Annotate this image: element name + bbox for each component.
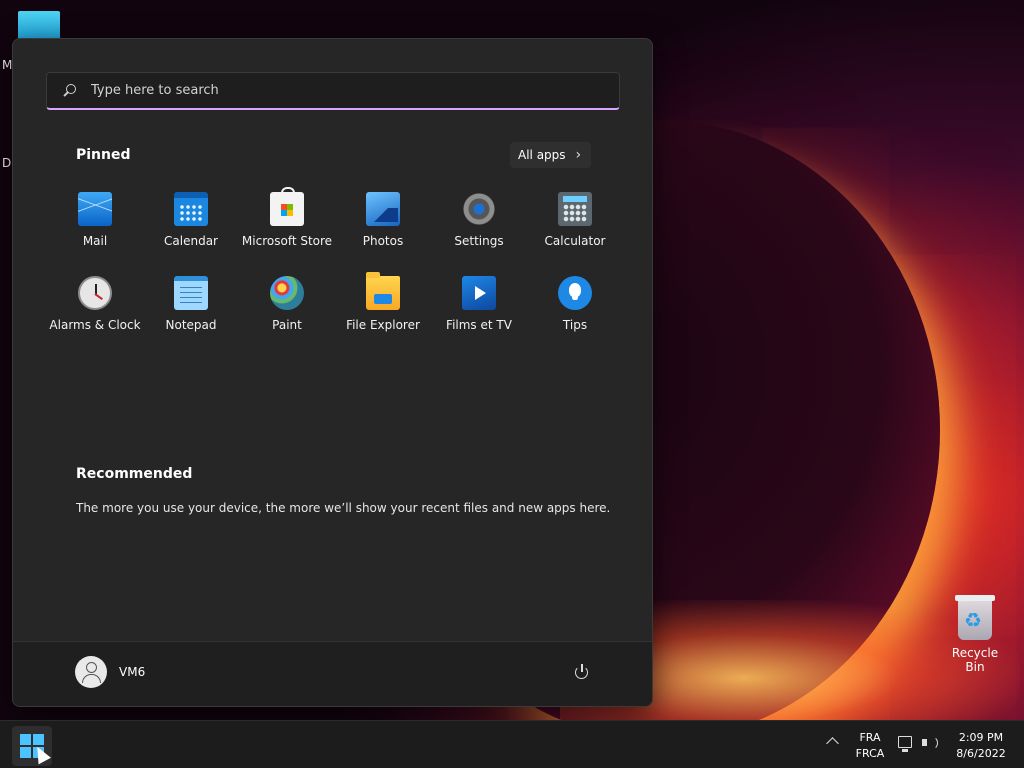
mail-icon [78,192,112,226]
recycle-bin-icon: ♻ [955,595,995,640]
power-icon[interactable] [574,664,590,680]
pinned-app-settings[interactable]: Settings [431,187,527,271]
user-name: VM6 [119,665,146,679]
pinned-title: Pinned [76,147,131,163]
pinned-app-notepad[interactable]: Notepad [143,271,239,355]
app-label: Calendar [164,234,218,248]
recommended-title: Recommended [76,466,193,482]
pinned-app-file-explorer[interactable]: File Explorer [335,271,431,355]
app-label: Photos [362,234,404,248]
app-label: Paint [272,318,302,332]
calendar-icon [174,192,208,226]
recycle-bin-label: Recycle Bin [951,646,999,674]
app-label: Settings [454,234,504,248]
notepad-icon [174,276,208,310]
language-code: FRA [859,731,881,744]
app-label: Calculator [544,234,606,248]
pinned-app-tips[interactable]: Tips [527,271,623,355]
pinned-apps-grid: Mail Calendar Microsoft Store Photos Set… [47,187,623,355]
user-account-button[interactable]: VM6 [75,656,145,688]
pinned-app-paint[interactable]: Paint [239,271,335,355]
pinned-app-photos[interactable]: Photos [335,187,431,271]
start-menu: Pinned All apps › Mail Calendar Microsof… [12,38,653,707]
photos-icon [366,192,400,226]
folder-icon [366,272,400,310]
tips-icon [558,276,592,310]
app-label: Tips [562,318,588,332]
desktop-label-fragment: M [2,58,13,72]
all-apps-label: All apps [518,148,566,162]
all-apps-button[interactable]: All apps › [510,142,592,168]
films-tv-icon [462,276,496,310]
pinned-app-calculator[interactable]: Calculator [527,187,623,271]
input-language-indicator[interactable]: FRA FRCA [852,730,888,762]
start-footer: VM6 [13,641,652,706]
clock-date-text: 8/6/2022 [956,747,1006,760]
chevron-right-icon: › [575,147,582,163]
app-label: Notepad [165,318,217,332]
pinned-app-mail[interactable]: Mail [47,187,143,271]
show-hidden-icons-chevron-up-icon[interactable] [826,737,839,750]
microsoft-store-icon [270,187,304,226]
settings-icon [462,192,496,226]
recycle-bin[interactable]: ♻ Recycle Bin [942,595,1008,674]
alarm-clock-icon [78,276,112,310]
search-icon [63,83,77,98]
network-icon[interactable] [898,736,912,752]
clock-time: 2:09 PM [958,731,1004,744]
volume-icon[interactable] [922,735,940,751]
app-label: Microsoft Store [241,234,333,248]
pinned-app-microsoft-store[interactable]: Microsoft Store [239,187,335,271]
keyboard-layout: FRCA [855,747,885,760]
pinned-app-films-tv[interactable]: Films et TV [431,271,527,355]
paint-icon [270,276,304,310]
pinned-app-alarms-clock[interactable]: Alarms & Clock [47,271,143,355]
pinned-app-calendar[interactable]: Calendar [143,187,239,271]
desktop-icon-partial[interactable] [18,11,60,41]
search-box[interactable] [46,72,620,110]
clock-date[interactable]: 2:09 PM 8/6/2022 [948,730,1014,762]
avatar [75,656,107,688]
search-input[interactable] [89,82,573,99]
taskbar: FRA FRCA 2:09 PM 8/6/2022 [0,720,1024,768]
app-label: Films et TV [446,318,512,332]
app-label: File Explorer [346,318,420,332]
app-label: Alarms & Clock [49,318,141,332]
calculator-icon [558,192,592,226]
app-label: Mail [82,234,108,248]
recommended-empty-text: The more you use your device, the more w… [76,501,611,515]
